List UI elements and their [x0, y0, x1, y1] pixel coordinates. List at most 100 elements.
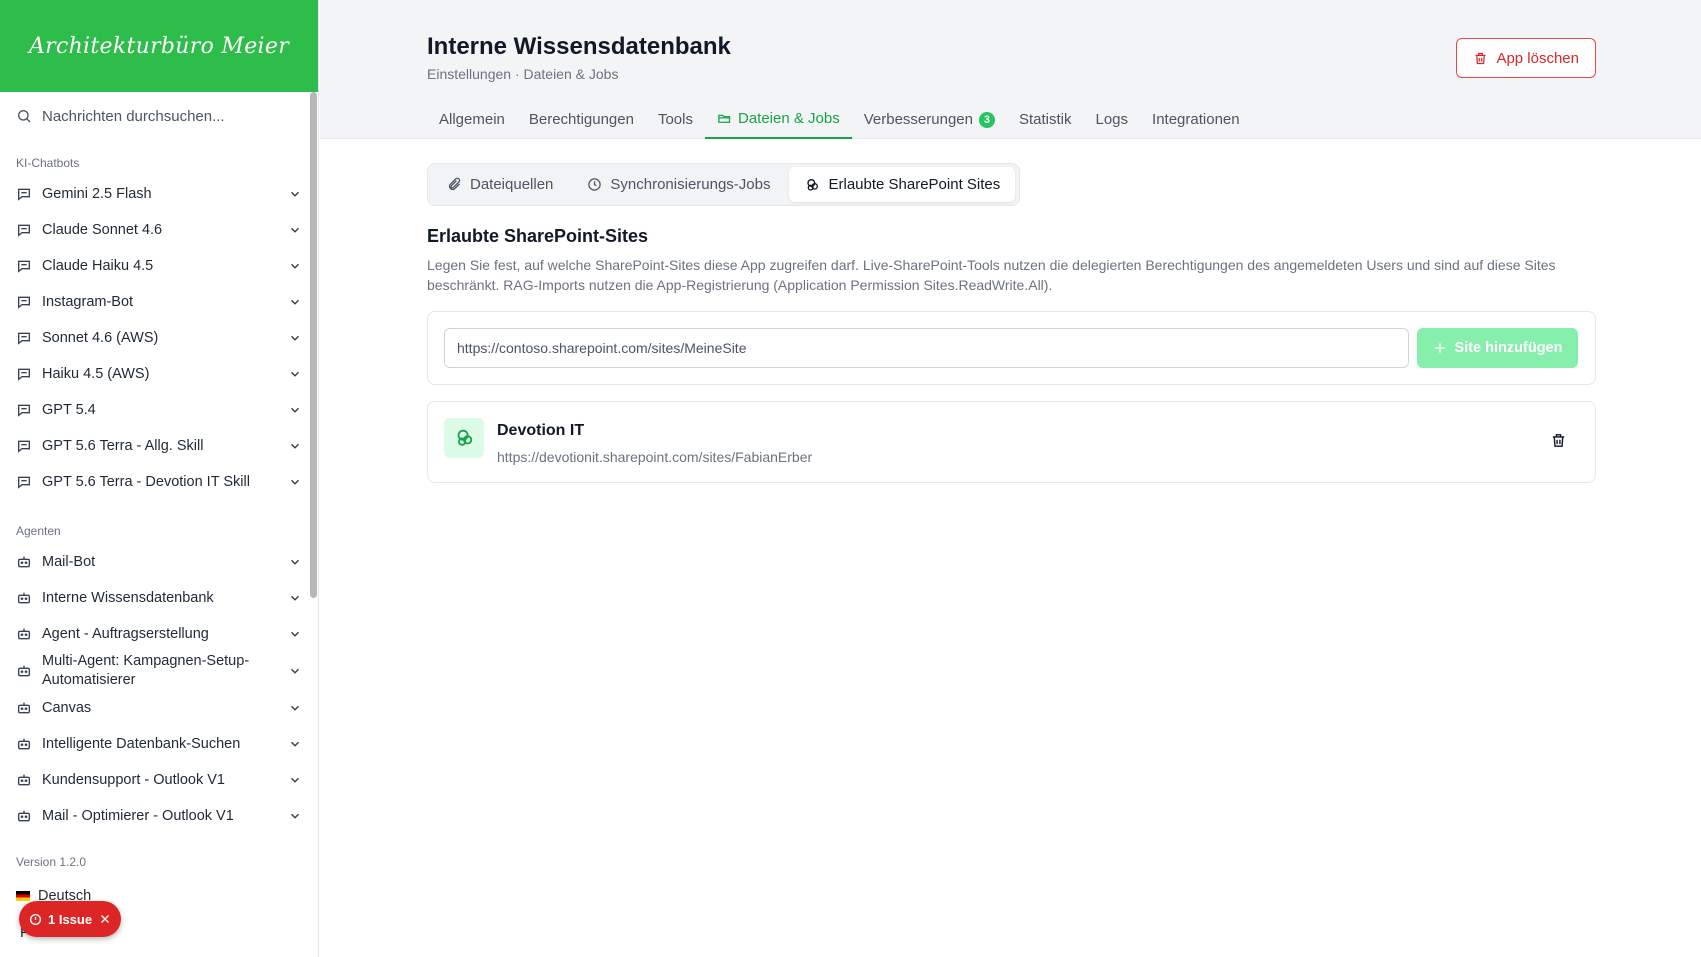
chevron-down-icon[interactable]	[288, 555, 302, 569]
tab-label: Tools	[657, 111, 693, 128]
bot-icon	[18, 628, 30, 640]
sidebar-item-agent[interactable]: Multi-Agent: Kampagnen-Setup-Automatisie…	[0, 652, 318, 690]
site-url-input[interactable]	[444, 328, 1409, 368]
sidebar-item-chatbot[interactable]: Claude Haiku 4.5	[0, 248, 318, 284]
breadcrumb: Einstellungen · Dateien & Jobs	[427, 66, 619, 82]
chevron-down-icon[interactable]	[288, 295, 302, 309]
tab-dateien-jobs[interactable]: Dateien & Jobs	[705, 100, 852, 139]
sidebar-item-chatbot[interactable]: GPT 5.6 Terra - Allg. Skill	[0, 428, 318, 464]
bot-icon	[18, 702, 30, 714]
sidebar-item-label: Mail - Optimierer - Outlook V1	[42, 808, 234, 824]
chevron-down-icon[interactable]	[288, 591, 302, 605]
tab-label: Logs	[1095, 111, 1129, 128]
site-name: Devotion IT	[497, 422, 585, 439]
sidebar-item-chatbot[interactable]: Claude Sonnet 4.6	[0, 212, 318, 248]
subtab-label: Dateiquellen	[470, 176, 554, 193]
sidebar-item-label: Interne Wissensdatenbank	[42, 590, 214, 606]
folder-open-icon	[718, 114, 731, 123]
add-site-card: Site hinzufügen	[427, 311, 1596, 385]
chevron-down-icon[interactable]	[288, 367, 302, 381]
sidebar-item-chatbot[interactable]: Sonnet 4.6 (AWS)	[0, 320, 318, 356]
delete-app-button[interactable]: App löschen	[1456, 38, 1596, 78]
sidebar-item-label: Claude Haiku 4.5	[42, 258, 154, 274]
sidebar-item-agent[interactable]: Kundensupport - Outlook V1	[0, 762, 318, 798]
tab-logs[interactable]: Logs	[1084, 100, 1141, 139]
section-description: Legen Sie fest, auf welche SharePoint-Si…	[427, 257, 1556, 293]
search-placeholder: Nachrichten durchsuchen...	[42, 107, 225, 125]
tab-verbesserungen[interactable]: Verbesserungen 3	[852, 100, 1007, 139]
sidebar-item-chatbot[interactable]: Instagram-Bot	[0, 284, 318, 320]
section-title: Erlaubte SharePoint-Sites	[427, 226, 649, 246]
sidebar-item-agent[interactable]: Canvas	[0, 690, 318, 726]
issue-badge[interactable]: 1 Issue	[19, 901, 121, 937]
paperclip-icon	[448, 177, 461, 191]
chevron-down-icon[interactable]	[288, 259, 302, 273]
page-title: Interne Wissensdatenbank	[427, 33, 731, 60]
chat-icon	[18, 296, 30, 309]
chevron-down-icon[interactable]	[288, 737, 302, 751]
sidebar-item-label: Instagram-Bot	[42, 294, 134, 310]
chevron-down-icon[interactable]	[288, 701, 302, 715]
agents-section-label: Agenten	[16, 524, 61, 538]
sidebar-item-label: GPT 5.6 Terra - Allg. Skill	[42, 438, 204, 454]
close-icon[interactable]	[99, 913, 111, 925]
chevron-down-icon[interactable]	[288, 331, 302, 345]
sidebar-item-agent[interactable]: Agent - Auftragserstellung	[0, 616, 318, 652]
chevron-down-icon[interactable]	[288, 627, 302, 641]
plus-icon	[1434, 343, 1445, 353]
sidebar-item-agent[interactable]: Intelligente Datenbank-Suchen	[0, 726, 318, 762]
sidebar-item-label: Haiku 4.5 (AWS)	[42, 366, 150, 382]
sub-tabs: Dateiquellen Synchronisierungs-Jobs Erla…	[427, 163, 1021, 206]
chat-icon	[18, 260, 30, 273]
company-logo[interactable]: Architekturbüro Meier	[29, 34, 289, 59]
add-site-label: Site hinzufügen	[1454, 340, 1563, 356]
agent-list: Mail-Bot Interne Wissensdatenbank Agent …	[0, 544, 318, 834]
trash-icon[interactable]	[1550, 432, 1567, 449]
chevron-down-icon[interactable]	[288, 664, 302, 678]
sidebar-scrollbar[interactable]	[310, 92, 317, 598]
sidebar-item-chatbot[interactable]: GPT 5.4	[0, 392, 318, 428]
sharepoint-icon	[457, 429, 473, 446]
tab-integrationen[interactable]: Integrationen	[1140, 100, 1252, 139]
tab-label: Dateien & Jobs	[738, 110, 840, 127]
sidebar-item-chatbot[interactable]: GPT 5.6 Terra - Devotion IT Skill	[0, 464, 318, 500]
bot-icon	[18, 810, 30, 822]
chat-icon	[18, 368, 30, 381]
sidebar-item-chatbot[interactable]: Haiku 4.5 (AWS)	[0, 356, 318, 392]
settings-tabs: Allgemein Berechtigungen Tools Dateien &…	[427, 100, 1252, 139]
chevron-down-icon[interactable]	[288, 809, 302, 823]
sidebar-item-agent[interactable]: Mail - Optimierer - Outlook V1	[0, 798, 318, 834]
subtab-sharepoint-sites[interactable]: Erlaubte SharePoint Sites	[789, 167, 1016, 202]
trash-icon	[1475, 52, 1486, 64]
chevron-down-icon[interactable]	[288, 187, 302, 201]
chevron-down-icon[interactable]	[288, 223, 302, 237]
subtab-dateiquellen[interactable]: Dateiquellen	[432, 167, 568, 202]
subtab-sync-jobs[interactable]: Synchronisierungs-Jobs	[572, 167, 785, 202]
sidebar-item-label: Multi-Agent: Kampagnen-Setup-Automatisie…	[42, 653, 250, 688]
chevron-down-icon[interactable]	[288, 773, 302, 787]
alert-circle-icon	[29, 913, 42, 925]
bot-icon	[18, 665, 30, 677]
chevron-down-icon[interactable]	[288, 439, 302, 453]
tab-berechtigungen[interactable]: Berechtigungen	[517, 100, 646, 139]
tab-statistik[interactable]: Statistik	[1007, 100, 1084, 139]
tab-tools[interactable]: Tools	[646, 100, 705, 139]
sidebar-item-label: Gemini 2.5 Flash	[42, 186, 152, 202]
tab-allgemein[interactable]: Allgemein	[427, 100, 517, 139]
subtab-label: Erlaubte SharePoint Sites	[828, 176, 1001, 193]
message-search[interactable]: Nachrichten durchsuchen...	[0, 92, 318, 140]
chat-icon	[18, 332, 30, 345]
logo-bar: Architekturbüro Meier	[0, 0, 318, 92]
chevron-down-icon[interactable]	[288, 475, 302, 489]
sidebar-item-agent[interactable]: Interne Wissensdatenbank	[0, 580, 318, 616]
subtab-label: Synchronisierungs-Jobs	[610, 176, 771, 193]
chat-icon	[18, 188, 30, 201]
chevron-down-icon[interactable]	[288, 403, 302, 417]
sidebar-item-agent[interactable]: Mail-Bot	[0, 544, 318, 580]
add-site-button[interactable]: Site hinzufügen	[1417, 328, 1578, 368]
chatbot-list: Gemini 2.5 Flash Claude Sonnet 4.6 Claud…	[0, 176, 318, 500]
sidebar-item-label: Intelligente Datenbank-Suchen	[42, 736, 241, 752]
tab-label: Verbesserungen	[863, 111, 973, 128]
sidebar-item-chatbot[interactable]: Gemini 2.5 Flash	[0, 176, 318, 212]
bot-icon	[18, 592, 30, 604]
